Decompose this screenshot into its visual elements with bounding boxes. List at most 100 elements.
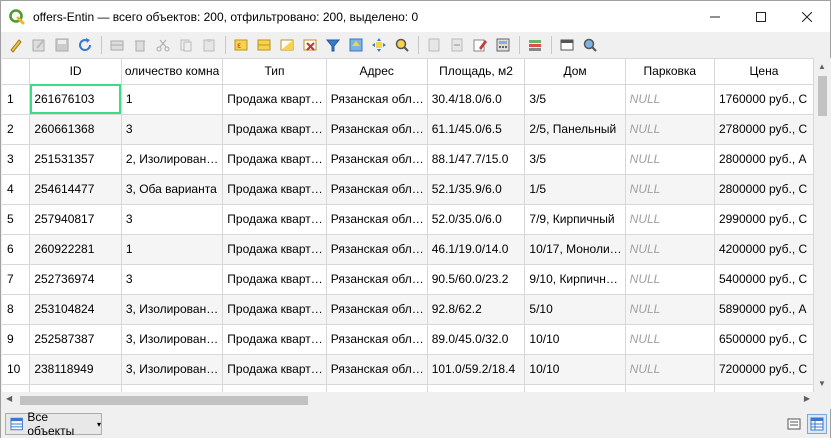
table-cell[interactable] bbox=[326, 384, 428, 392]
table-row[interactable]: 4 254614477 3, Оба варианта Продажа кварт… Р… bbox=[2, 174, 814, 205]
table-cell[interactable]: 2990000 руб., С bbox=[714, 204, 814, 235]
table-cell[interactable]: Рязанская обл… bbox=[326, 144, 428, 175]
table-cell[interactable]: 260922281 bbox=[29, 234, 122, 265]
table-cell[interactable]: 260661368 bbox=[29, 114, 122, 145]
table-cell[interactable] bbox=[222, 384, 327, 392]
column-header[interactable]: Тип bbox=[222, 59, 327, 85]
table-cell[interactable]: Продажа кварт… bbox=[222, 144, 327, 175]
row-number[interactable]: 9 bbox=[2, 324, 31, 355]
table-cell[interactable]: Продажа кварт… bbox=[222, 354, 327, 385]
table-cell[interactable]: NULL bbox=[625, 294, 715, 325]
table-cell[interactable]: NULL bbox=[625, 174, 715, 205]
table-cell[interactable]: Продажа кварт… bbox=[222, 114, 327, 145]
column-header[interactable]: Адрес bbox=[326, 59, 428, 85]
save-edits-button[interactable] bbox=[51, 34, 73, 56]
table-cell[interactable]: 3, Изолирован… bbox=[121, 294, 224, 325]
table-row[interactable]: 8 253104824 3, Изолирован… Продажа кварт… Ря… bbox=[2, 294, 814, 325]
table-cell[interactable]: NULL bbox=[625, 204, 715, 235]
table-cell[interactable] bbox=[427, 384, 526, 392]
deselect-all-button[interactable] bbox=[299, 34, 321, 56]
table-cell[interactable]: NULL bbox=[625, 264, 715, 295]
multi-edit-button[interactable] bbox=[28, 34, 50, 56]
row-number[interactable]: 3 bbox=[2, 144, 31, 175]
table-cell[interactable]: 88.1/47.7/15.0 bbox=[427, 144, 526, 175]
close-button[interactable] bbox=[784, 1, 830, 32]
table-cell[interactable]: 238118949 bbox=[29, 354, 122, 385]
delete-selected-button[interactable] bbox=[129, 34, 151, 56]
scroll-up-icon[interactable]: ▲ bbox=[818, 62, 826, 71]
row-number[interactable]: 10 bbox=[2, 354, 31, 385]
add-feature-button[interactable] bbox=[106, 34, 128, 56]
table-row[interactable]: 9 252587387 3, Изолирован… Продажа кварт… Ря… bbox=[2, 324, 814, 355]
table-cell[interactable]: NULL bbox=[625, 144, 715, 175]
table-cell[interactable]: 2800000 руб., С bbox=[714, 174, 814, 205]
column-header[interactable]: оличество комна bbox=[121, 59, 224, 85]
attribute-table[interactable]: ID оличество комна Тип Адрес Площадь, м2… bbox=[2, 58, 814, 392]
horizontal-scroll-thumb[interactable] bbox=[20, 396, 308, 405]
table-cell[interactable]: 3/5 bbox=[524, 84, 626, 115]
table-cell[interactable]: NULL bbox=[625, 324, 715, 355]
table-cell[interactable] bbox=[121, 384, 224, 392]
table-cell[interactable]: Продажа кварт… bbox=[222, 264, 327, 295]
table-cell[interactable]: 2, Изолирован… bbox=[121, 144, 224, 175]
table-cell[interactable]: Продажа кварт… bbox=[222, 294, 327, 325]
table-cell[interactable]: 252587387 bbox=[29, 324, 122, 355]
table-row[interactable]: 1 261676103 1 Продажа кварт… Рязанская обл… 3… bbox=[2, 84, 814, 115]
table-cell[interactable]: 101.0/59.2/18.4 bbox=[427, 354, 526, 385]
table-row[interactable]: 3 251531357 2, Изолирован… Продажа кварт… Ря… bbox=[2, 144, 814, 175]
table-cell[interactable]: 3, Изолирован… bbox=[121, 354, 224, 385]
table-cell[interactable]: 5/10 bbox=[524, 294, 626, 325]
reload-button[interactable] bbox=[74, 34, 96, 56]
table-cell[interactable]: 6500000 руб., С bbox=[714, 324, 814, 355]
toggle-editing-button[interactable] bbox=[5, 34, 27, 56]
delete-field-button[interactable] bbox=[446, 34, 468, 56]
move-selection-top-button[interactable] bbox=[345, 34, 367, 56]
table-cell[interactable]: 46.1/19.0/14.0 bbox=[427, 234, 526, 265]
table-cell[interactable]: 3, Изолирован… bbox=[121, 324, 224, 355]
table-cell[interactable]: 90.5/60.0/23.2 bbox=[427, 264, 526, 295]
table-cell[interactable]: NULL bbox=[625, 84, 715, 115]
zoom-to-selected-button[interactable] bbox=[391, 34, 413, 56]
table-cell[interactable]: 7/9, Кирпичный bbox=[524, 204, 626, 235]
minimize-button[interactable] bbox=[692, 1, 738, 32]
table-row[interactable]: 10 238118949 3, Изолирован… Продажа кварт… Р… bbox=[2, 354, 814, 385]
new-field-button[interactable] bbox=[423, 34, 445, 56]
table-cell[interactable]: Рязанская обл… bbox=[326, 114, 428, 145]
table-cell[interactable]: 1/5 bbox=[524, 174, 626, 205]
table-view-button[interactable] bbox=[807, 414, 827, 434]
table-cell[interactable]: 253104824 bbox=[29, 294, 122, 325]
table-cell[interactable]: Рязанская обл… bbox=[326, 84, 428, 115]
table-cell[interactable]: 2780000 руб., С bbox=[714, 114, 814, 145]
table-cell[interactable]: Рязанская обл… bbox=[326, 234, 428, 265]
row-number[interactable]: 11 bbox=[2, 384, 31, 392]
table-row[interactable]: 6 260922281 1 Продажа кварт… Рязанская обл… 4… bbox=[2, 234, 814, 265]
table-row[interactable]: 7 252736974 3 Продажа кварт… Рязанская обл… 9… bbox=[2, 264, 814, 295]
edit-field-button[interactable] bbox=[469, 34, 491, 56]
scroll-down-icon[interactable]: ▼ bbox=[818, 379, 826, 388]
horizontal-scrollbar[interactable]: ◀ ▶ bbox=[2, 392, 814, 409]
table-cell[interactable]: 3/5 bbox=[524, 144, 626, 175]
table-row[interactable]: 11 bbox=[2, 384, 814, 392]
row-number[interactable]: 1 bbox=[2, 84, 31, 115]
table-cell[interactable]: Рязанская обл… bbox=[326, 204, 428, 235]
table-cell[interactable]: 30.4/18.0/6.0 bbox=[427, 84, 526, 115]
table-cell[interactable]: 252736974 bbox=[29, 264, 122, 295]
table-cell[interactable]: 254614477 bbox=[29, 174, 122, 205]
table-cell[interactable]: Продажа кварт… bbox=[222, 84, 327, 115]
table-cell[interactable]: 3 bbox=[121, 204, 224, 235]
vertical-scroll-thumb[interactable] bbox=[818, 76, 827, 116]
table-cell[interactable]: 89.0/45.0/32.0 bbox=[427, 324, 526, 355]
table-cell[interactable]: NULL bbox=[625, 114, 715, 145]
table-cell[interactable]: 257940817 bbox=[29, 204, 122, 235]
table-cell[interactable]: Рязанская обл… bbox=[326, 324, 428, 355]
table-cell[interactable]: 4200000 руб., С bbox=[714, 234, 814, 265]
table-cell[interactable]: 3 bbox=[121, 264, 224, 295]
row-number[interactable]: 7 bbox=[2, 264, 31, 295]
feature-filter-button[interactable]: Все объекты ▾ bbox=[5, 410, 102, 438]
table-cell[interactable]: 10/10 bbox=[524, 324, 626, 355]
dock-button[interactable] bbox=[556, 34, 578, 56]
table-cell[interactable]: 1760000 руб., С bbox=[714, 84, 814, 115]
table-cell[interactable] bbox=[524, 384, 626, 392]
column-header[interactable]: Площадь, м2 bbox=[427, 59, 526, 85]
column-header[interactable]: Дом bbox=[524, 59, 626, 85]
